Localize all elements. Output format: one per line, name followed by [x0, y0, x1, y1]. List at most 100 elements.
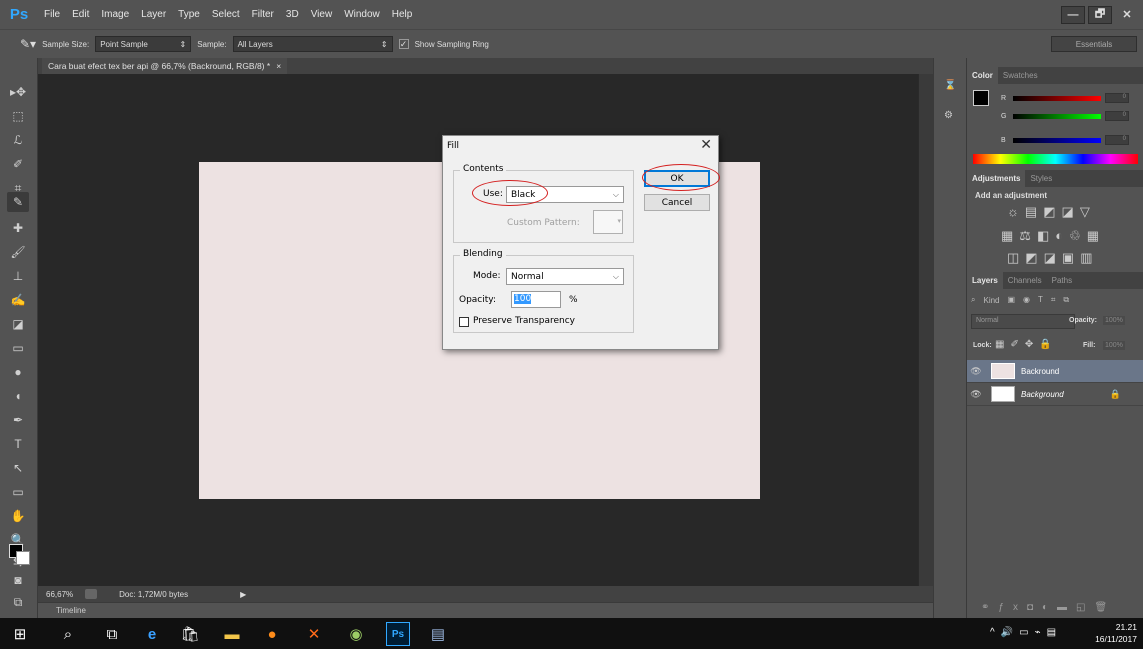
menu-edit[interactable]: Edit [66, 9, 95, 20]
system-tray-icons[interactable]: ^🔊▭⌁▤ [990, 627, 1062, 638]
tab-color[interactable]: Color [967, 67, 998, 84]
color-spectrum-ramp[interactable] [973, 154, 1138, 164]
lock-icons[interactable]: ▦✐✥🔒 [995, 339, 1058, 350]
zoom-level[interactable]: 66,67% [46, 590, 73, 599]
xampp-icon[interactable]: ✕ [302, 622, 326, 646]
color-lookup-icon[interactable]: ▦ [1087, 228, 1105, 243]
dodge-tool-icon[interactable]: ◖ [7, 386, 29, 406]
cancel-button[interactable]: Cancel [644, 194, 710, 211]
g-slider-bar[interactable] [1013, 113, 1101, 119]
layer-fill-value[interactable]: 100% [1103, 341, 1125, 350]
menu-3d[interactable]: 3D [280, 9, 305, 20]
b-slider[interactable]: B 0 [1001, 134, 1137, 146]
preserve-transparency-checkbox[interactable] [459, 317, 469, 327]
layer-filter-kind[interactable]: Kind [983, 296, 999, 305]
history-panel-icon[interactable]: ⌛ [944, 80, 958, 94]
eraser-tool-icon[interactable]: ◪ [7, 314, 29, 334]
add-mask-icon[interactable]: ◘ [1027, 602, 1042, 613]
menu-image[interactable]: Image [95, 9, 135, 20]
info-icon[interactable] [85, 589, 98, 599]
quick-selection-tool-icon[interactable]: ✐ [7, 154, 29, 174]
notification-icon[interactable]: ▤ [1047, 627, 1062, 638]
properties-panel-icon[interactable]: ⚙ [944, 110, 958, 124]
color-balance-icon[interactable]: ⚖ [1019, 228, 1037, 243]
battery-icon[interactable]: ▭ [1019, 627, 1034, 638]
tab-swatches[interactable]: Swatches [998, 67, 1043, 84]
history-brush-tool-icon[interactable]: ✍ [7, 290, 29, 310]
tab-styles[interactable]: Styles [1025, 170, 1057, 187]
r-value[interactable]: 0 [1105, 93, 1129, 103]
pen-tool-icon[interactable]: ✒ [7, 410, 29, 430]
threshold-icon[interactable]: ◪ [1044, 250, 1062, 265]
b-slider-bar[interactable] [1013, 137, 1101, 143]
preserve-transparency-label[interactable]: Preserve Transparency [473, 316, 575, 326]
notes-app-icon[interactable]: ▤ [426, 622, 450, 646]
r-slider[interactable]: R 0 [1001, 92, 1137, 104]
type-tool-icon[interactable]: T [7, 434, 29, 454]
b-value[interactable]: 0 [1105, 135, 1129, 145]
tab-close-icon[interactable]: × [276, 61, 281, 71]
hue-saturation-icon[interactable]: ▦ [1001, 228, 1019, 243]
background-color-swatch[interactable] [16, 551, 30, 565]
menu-filter[interactable]: Filter [246, 9, 280, 20]
invert-icon[interactable]: ◫ [1007, 250, 1025, 265]
new-layer-icon[interactable]: ◱ [1076, 602, 1094, 613]
brush-tool-icon[interactable]: 🖌 [7, 242, 29, 262]
r-slider-bar[interactable] [1013, 95, 1101, 101]
clone-stamp-tool-icon[interactable]: ⊥ [7, 266, 29, 286]
edge-browser-icon[interactable]: e [140, 622, 164, 646]
layer-row-background[interactable]: 👁 Background 🔒 [967, 383, 1143, 406]
new-group-icon[interactable]: ▬ [1057, 602, 1076, 613]
network-icon[interactable]: ⌁ [1035, 627, 1047, 638]
new-adjustment-layer-icon[interactable]: ◐ [1042, 602, 1057, 613]
posterize-icon[interactable]: ◩ [1025, 250, 1043, 265]
menu-type[interactable]: Type [172, 9, 206, 20]
layer-name[interactable]: Backround [1021, 367, 1059, 376]
layer-opacity-value[interactable]: 100% [1103, 316, 1125, 325]
black-white-icon[interactable]: ◧ [1037, 228, 1055, 243]
eyedropper-icon[interactable]: ✎▾ [20, 37, 36, 51]
menu-view[interactable]: View [305, 9, 339, 20]
menu-help[interactable]: Help [386, 9, 419, 20]
start-windows-icon[interactable]: ⊞ [8, 622, 32, 646]
photoshop-taskbar-icon[interactable]: Ps [386, 622, 410, 646]
workspace-switcher[interactable]: Essentials [1051, 36, 1137, 52]
vertical-scrollbar[interactable] [918, 74, 933, 586]
levels-icon[interactable]: ▤ [1025, 204, 1043, 219]
task-view-icon[interactable]: ⧉ [100, 622, 124, 646]
menu-select[interactable]: Select [206, 9, 246, 20]
screen-mode-icon[interactable]: ⧉ [7, 592, 29, 612]
minimize-button[interactable]: — [1061, 5, 1085, 24]
tab-layers[interactable]: Layers [967, 272, 1003, 289]
dialog-close-icon[interactable]: ✕ [700, 137, 712, 153]
gradient-tool-icon[interactable]: ▭ [7, 338, 29, 358]
layer-row-backround[interactable]: 👁 Backround [967, 360, 1143, 383]
menu-window[interactable]: Window [338, 9, 386, 20]
gradient-map-icon[interactable]: ▣ [1062, 250, 1080, 265]
search-icon[interactable]: ⌕ [56, 622, 80, 646]
move-tool-icon[interactable]: ▸✥ [7, 82, 29, 102]
tab-channels[interactable]: Channels [1003, 272, 1047, 289]
link-layers-icon[interactable]: ⚭ [981, 602, 998, 613]
path-selection-tool-icon[interactable]: ↖ [7, 458, 29, 478]
store-icon[interactable]: 🛍 [178, 622, 202, 646]
clock[interactable]: 21.21 16/11/2017 [1095, 621, 1137, 645]
curves-icon[interactable]: ◩ [1043, 204, 1061, 219]
status-menu-arrow-icon[interactable]: ▶ [240, 590, 246, 599]
quick-mask-icon[interactable]: ◙ [7, 570, 29, 590]
volume-icon[interactable]: 🔊 [1001, 627, 1019, 638]
g-value[interactable]: 0 [1105, 111, 1129, 121]
brightness-icon[interactable]: ☼ [1007, 204, 1025, 219]
channel-mixer-icon[interactable]: ♲ [1069, 228, 1087, 243]
layer-name[interactable]: Background [1021, 390, 1064, 399]
android-studio-icon[interactable]: ◉ [344, 622, 368, 646]
vibrance-icon[interactable]: ▽ [1080, 204, 1096, 219]
blur-tool-icon[interactable]: ● [7, 362, 29, 382]
foreground-color-chip[interactable] [973, 90, 989, 106]
firefox-icon[interactable]: ● [260, 622, 284, 646]
eyedropper-tool-icon[interactable]: ✎ [7, 192, 29, 212]
close-button[interactable]: ✕ [1115, 6, 1139, 24]
exposure-icon[interactable]: ◪ [1062, 204, 1080, 219]
file-explorer-icon[interactable]: ▬ [220, 622, 244, 646]
hand-tool-icon[interactable]: ✋ [7, 506, 29, 526]
